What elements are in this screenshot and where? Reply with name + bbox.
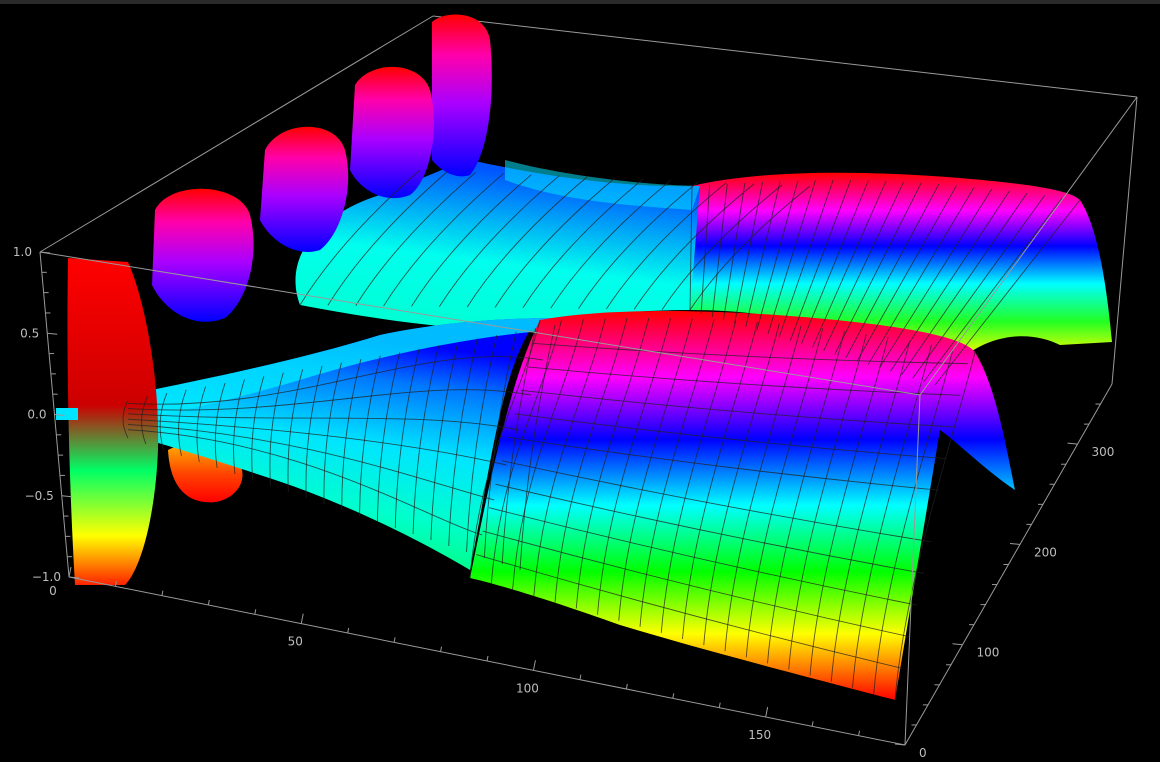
z-tick-mark xyxy=(39,251,51,254)
x-minor-tick xyxy=(672,693,675,699)
y-tick-label: 300 xyxy=(1092,445,1115,459)
y-tick-label: 100 xyxy=(977,646,1000,660)
x-tick-label: 50 xyxy=(288,635,303,649)
z-tick-label: 1.0 xyxy=(13,245,32,259)
y-tick-mark xyxy=(952,643,963,646)
x-minor-tick xyxy=(347,627,350,634)
surface-plot-3d[interactable]: 1.0 0.5 0.0 −0.5 −1.0 0 50 100 150 0 100 200 300 xyxy=(0,0,1160,762)
y-tick-mark xyxy=(1009,542,1021,545)
y-tick-label: 200 xyxy=(1034,545,1057,559)
box-edge-back-top xyxy=(432,15,1138,98)
z-tick-mark xyxy=(47,332,58,335)
z-tick-label: 0.5 xyxy=(20,326,39,340)
x-tick-mark xyxy=(765,706,769,718)
x-tick-label: 150 xyxy=(748,728,771,742)
x-tick-label: 0 xyxy=(49,584,57,598)
x-minor-tick xyxy=(440,646,443,652)
y-tick-label: 0 xyxy=(919,746,927,760)
y-tick-mark xyxy=(1067,442,1078,445)
x-tick-mark xyxy=(300,613,304,624)
x-minor-tick xyxy=(254,609,257,615)
left-flat-tab xyxy=(56,408,78,420)
z-tick-label: −1.0 xyxy=(32,570,61,584)
z-tick-label: −0.5 xyxy=(25,489,54,503)
x-minor-tick xyxy=(207,599,210,606)
z-tick-label: 0.0 xyxy=(27,408,46,422)
x-minor-tick xyxy=(811,721,814,727)
spike-lobe-2 xyxy=(350,66,434,199)
x-tick-mark xyxy=(68,566,72,578)
box-edge-right-vertical-back xyxy=(1111,96,1138,385)
x-minor-tick xyxy=(393,637,396,643)
x-tick-label: 100 xyxy=(516,681,539,695)
x-tick-mark xyxy=(532,660,536,671)
x-minor-tick xyxy=(858,730,861,736)
left-spike-wall xyxy=(56,258,159,585)
x-minor-tick xyxy=(625,683,628,690)
spike-lobe-4 xyxy=(152,188,254,322)
left-spike-fill xyxy=(67,258,159,585)
plot-stage: 1.0 0.5 0.0 −0.5 −1.0 0 50 100 150 0 100 200 300 xyxy=(0,0,1160,762)
y-tick-mark xyxy=(894,743,906,746)
x-minor-tick xyxy=(718,702,721,708)
z-tick-mark xyxy=(61,495,72,498)
x-minor-tick xyxy=(486,655,489,662)
spike-lobe-1 xyxy=(432,14,492,177)
x-minor-tick xyxy=(579,674,582,680)
x-minor-tick xyxy=(161,590,164,596)
